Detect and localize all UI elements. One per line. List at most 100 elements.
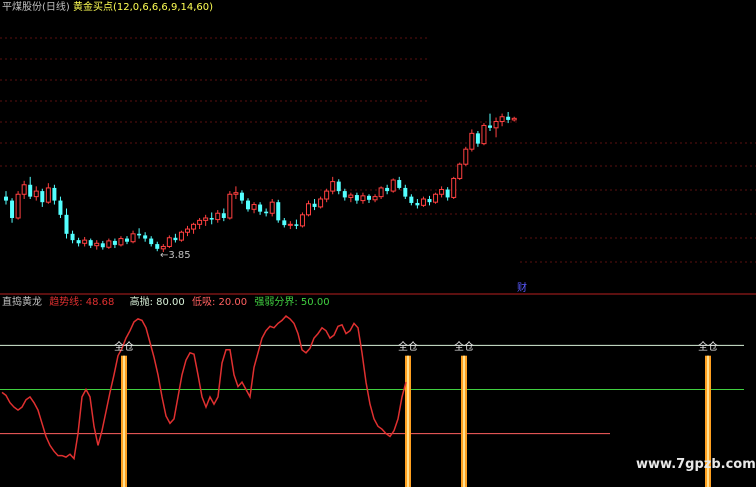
candle-body xyxy=(40,191,45,203)
candle-body xyxy=(282,220,287,226)
candle-body xyxy=(173,237,178,241)
candle-body xyxy=(45,187,51,203)
signal-bar-core xyxy=(463,355,465,487)
high-value: 80.00 xyxy=(156,297,185,308)
candle-body xyxy=(203,217,209,221)
signal-bar-core xyxy=(123,355,125,487)
watermark: www.7gpzb.com xyxy=(636,457,756,472)
candle-body xyxy=(287,223,293,226)
candle-body xyxy=(269,201,275,214)
candle[interactable] xyxy=(227,191,233,220)
candle[interactable] xyxy=(457,162,463,181)
candle-body xyxy=(427,199,432,203)
price-panel-header: 平煤股份(日线) 黄金买点(12,0,6,6,6,9,14,60) xyxy=(2,2,213,14)
candle-body xyxy=(451,177,457,198)
candle-body xyxy=(76,240,81,244)
candle-body xyxy=(264,211,269,214)
candle-body xyxy=(469,132,475,150)
trend-label: 趋势线 xyxy=(49,297,80,308)
candle-body xyxy=(209,217,214,220)
candle[interactable] xyxy=(463,146,469,166)
signal-label: 全仓 xyxy=(398,341,418,353)
indicator-label: 黄金买点(12,0,6,6,6,9,14,60) xyxy=(73,2,214,13)
candle-body xyxy=(82,239,88,244)
candle-body xyxy=(64,214,69,234)
candle-body xyxy=(415,202,420,206)
candle[interactable] xyxy=(481,123,487,146)
candle[interactable] xyxy=(390,178,396,193)
candle-body xyxy=(160,245,166,250)
candle-body xyxy=(475,133,480,144)
candle-body xyxy=(506,116,511,120)
candle-body xyxy=(511,117,517,121)
candle-body xyxy=(403,187,408,197)
candle-body xyxy=(52,187,57,201)
candle-body xyxy=(336,181,341,192)
candle[interactable] xyxy=(378,186,384,200)
low-price-annotation: ←3.85 xyxy=(160,250,191,261)
candle-body xyxy=(10,200,15,218)
candle-body xyxy=(409,196,414,203)
stock-title: 平煤股份(日线) xyxy=(2,2,70,13)
candle-body xyxy=(385,187,390,192)
mid-value: 50.00 xyxy=(300,297,330,308)
candle-body xyxy=(330,181,336,192)
candle-body xyxy=(433,193,439,203)
candle[interactable] xyxy=(433,192,439,204)
candle-body xyxy=(312,203,317,207)
candle-body xyxy=(457,163,463,179)
oscillator-title: 直捣黄龙 xyxy=(2,297,42,308)
candle-body xyxy=(94,242,100,247)
candle[interactable] xyxy=(276,199,281,223)
candle-body xyxy=(215,212,221,221)
candle-body xyxy=(239,192,244,201)
candle-body xyxy=(106,240,112,248)
stock-chart[interactable] xyxy=(0,0,756,487)
candle-body xyxy=(88,240,93,246)
candle[interactable] xyxy=(15,191,21,220)
candle-body xyxy=(445,189,450,198)
candle-body xyxy=(493,120,499,129)
candle-body xyxy=(191,223,197,230)
candle-body xyxy=(125,238,129,242)
candle-body xyxy=(378,187,384,198)
candle[interactable] xyxy=(451,176,457,200)
candle-body xyxy=(488,125,492,128)
candle-body xyxy=(178,231,184,241)
candle-body xyxy=(354,195,359,201)
candle-body xyxy=(33,190,39,198)
low-value: 20.00 xyxy=(218,297,248,308)
candle-body xyxy=(463,148,469,165)
candle-body xyxy=(390,179,396,192)
financial-report-marker[interactable]: 财 xyxy=(517,283,527,295)
candle-body xyxy=(258,204,263,212)
candle[interactable] xyxy=(299,212,305,228)
candle-body xyxy=(100,243,105,248)
candle-body xyxy=(233,192,239,195)
candle-body xyxy=(481,124,487,145)
mid-label: 强弱分界 xyxy=(254,297,295,308)
candle-body xyxy=(360,195,366,202)
candle-body xyxy=(367,195,371,200)
candle-body xyxy=(251,204,257,210)
candle-body xyxy=(294,224,299,226)
candle-body xyxy=(28,184,33,197)
candle[interactable] xyxy=(178,230,184,242)
trend-value: 48.68 xyxy=(85,297,115,308)
candle-body xyxy=(348,194,354,198)
candle-body xyxy=(246,200,250,210)
candle-body xyxy=(299,214,305,227)
candle-body xyxy=(112,240,117,245)
low-label: 低吸 xyxy=(191,297,212,308)
candle-body xyxy=(397,180,402,188)
candle-body xyxy=(185,228,190,233)
candle-body xyxy=(143,235,148,239)
candle-body xyxy=(118,238,124,246)
high-label: 高抛 xyxy=(129,297,150,308)
candle-body xyxy=(155,244,160,249)
candle-body xyxy=(499,116,505,122)
candle-body xyxy=(420,198,426,206)
candle[interactable] xyxy=(166,235,172,249)
candle-body xyxy=(372,196,378,201)
candle-body xyxy=(318,198,324,208)
